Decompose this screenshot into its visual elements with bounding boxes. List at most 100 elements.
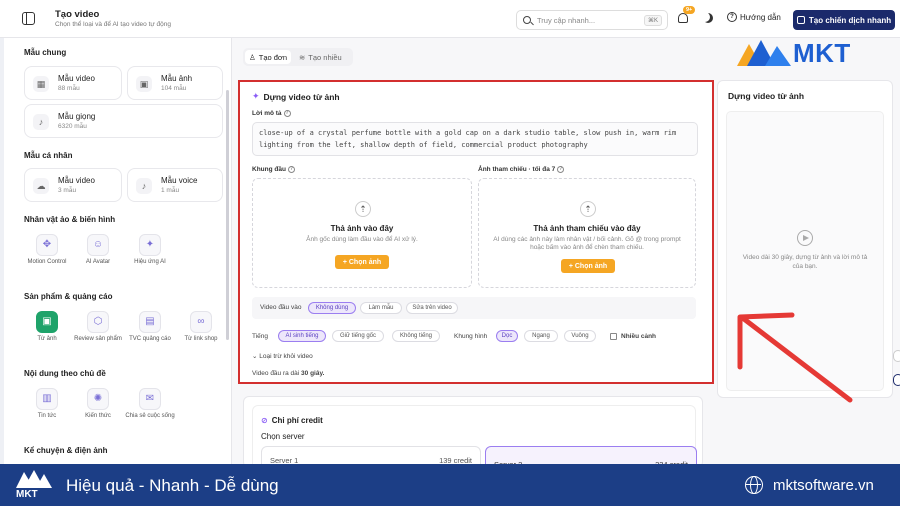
card-personal-video[interactable]: ☁ Mẫu video 3 mẫu <box>24 168 122 202</box>
help-icon: ? <box>727 12 737 22</box>
newspaper-icon: ▥ <box>36 388 58 410</box>
tool-shop-link[interactable]: ∞ Từ link shop <box>175 311 227 344</box>
tool-tvc-ad[interactable]: ▤ TVC quảng cáo <box>124 311 176 344</box>
mkt-logo: MKT <box>735 36 885 70</box>
choose-reference-button[interactable]: + Chọn ảnh <box>561 259 615 273</box>
tool-from-image[interactable]: ▣ Từ ảnh <box>21 311 73 344</box>
footer-banner: MKT Hiệu quả - Nhanh - Dễ dùng mktsoftwa… <box>0 464 900 506</box>
edge-handle[interactable] <box>893 350 900 362</box>
sound-none[interactable]: Không tiếng <box>392 330 440 342</box>
search-placeholder: Truy cập nhanh... <box>537 16 596 25</box>
tool-product-review[interactable]: ⬡ Review sản phẩm <box>72 311 124 344</box>
reference-label: Ảnh tham chiếu · tối đa 7? <box>478 166 565 173</box>
prompt-textarea[interactable]: close-up of a crystal perfume bottle wit… <box>252 122 698 156</box>
quick-campaign-button[interactable]: Tạo chiến dịch nhanh <box>793 10 895 30</box>
clapper-icon: ▤ <box>139 311 161 333</box>
section-topic: Nội dung theo chủ đề <box>24 369 106 378</box>
sound-original[interactable]: Giữ tiếng gốc <box>332 330 384 342</box>
frame-square[interactable]: Vuông <box>564 330 596 342</box>
grid-icon: ▦ <box>33 76 49 92</box>
reference-dropzone[interactable]: ⇡ Thả ảnh tham chiếu vào đây AI dùng các… <box>478 178 696 288</box>
info-icon: ? <box>287 166 295 173</box>
tab-label: Tạo đơn <box>258 52 288 62</box>
sound-ai[interactable]: AI sinh tiếng <box>278 330 326 342</box>
input-video-edit[interactable]: Sửa trên video <box>406 302 458 314</box>
credit-card: ⊘ Chi phí credit Chọn server Server 1 13… <box>252 405 697 467</box>
prompt-label-text: Lời mô tả <box>252 110 282 118</box>
mkt-logo-mark-icon <box>16 470 52 488</box>
duration-value: 30 giây. <box>301 370 325 377</box>
sidebar-toggle-icon[interactable] <box>22 12 35 25</box>
sparkle-icon: ✦ <box>139 234 161 256</box>
card-video-templates[interactable]: ▦ Mẫu video 88 mẫu <box>24 66 122 100</box>
card-title: Mẫu giọng <box>58 112 96 121</box>
bell-icon[interactable] <box>678 13 688 23</box>
credit-panel: ⊘ Chi phí credit Chọn server Server 1 13… <box>243 396 703 468</box>
notification-badge: 9+ <box>683 6 696 14</box>
tab-single[interactable]: ♙ Tạo đơn <box>245 50 292 64</box>
sound-label: Tiếng <box>252 333 269 340</box>
page-title: Tạo video <box>55 9 100 20</box>
chat-icon: ✉ <box>139 388 161 410</box>
tool-label: Hiệu ứng AI <box>134 259 166 265</box>
help-label: Hướng dẫn <box>740 12 781 22</box>
calendar-icon <box>796 16 805 24</box>
input-video-none[interactable]: Không dùng <box>308 302 356 314</box>
search-shortcut: ⌘K <box>643 15 662 26</box>
card-count: 1 mẫu <box>161 187 180 194</box>
tool-ai-avatar[interactable]: ☺ AI Avatar <box>72 234 124 267</box>
frame-landscape[interactable]: Ngang <box>524 330 558 342</box>
card-personal-voice[interactable]: ♪ Mẫu voice 1 mẫu <box>127 168 223 202</box>
tab-multi[interactable]: ≋ Tạo nhiều <box>295 50 346 64</box>
tool-knowledge[interactable]: ✺ Kiến thức <box>72 388 124 421</box>
form-title-text: Dựng video từ ảnh <box>263 91 340 102</box>
tool-label: Review sản phẩm <box>74 336 122 342</box>
tool-motion-control[interactable]: ✥ Motion Control <box>21 234 73 267</box>
tool-ai-effects[interactable]: ✦ Hiệu ứng AI <box>124 234 176 267</box>
tab-label: Tạo nhiều <box>308 52 342 62</box>
help-button[interactable]: ? Hướng dẫn <box>727 12 781 22</box>
globe-icon <box>745 476 763 494</box>
card-count: 88 mẫu <box>58 85 80 92</box>
move-icon: ✥ <box>36 234 58 256</box>
card-title: Mẫu video <box>58 176 95 185</box>
section-product: Sản phẩm & quảng cáo <box>24 292 113 301</box>
top-bar: Tạo video Chọn thể loại và để AI tạo vid… <box>0 0 900 38</box>
tag-icon: ⊘ <box>261 416 268 425</box>
tool-label: Từ ảnh <box>37 336 57 342</box>
play-icon[interactable] <box>797 230 813 246</box>
footer-tagline: Hiệu quả - Nhanh - Dễ dùng <box>66 476 279 495</box>
mkt-logo-mark-icon <box>737 40 791 66</box>
preview-title: Dựng video từ ảnh <box>728 91 805 101</box>
chevron-down-icon: ⌄ <box>252 353 258 360</box>
frame-portrait[interactable]: Dọc <box>496 330 518 342</box>
frame-label: Khung hình <box>454 333 488 340</box>
tool-label: Kiến thức <box>85 413 111 419</box>
exclude-toggle[interactable]: ⌄ Loại trừ khỏi video <box>252 352 313 360</box>
image-to-video-form: ✦ Dựng video từ ảnh Lời mô tả? close-up … <box>238 80 714 384</box>
card-title: Mẫu video <box>58 74 95 83</box>
dropzone-desc: AI dùng các ảnh này làm nhân vật / bối c… <box>493 236 681 251</box>
sidebar-scrollbar[interactable] <box>226 90 229 340</box>
first-frame-dropzone[interactable]: ⇡ Thả ảnh vào đây Ảnh gốc dùng làm đầu v… <box>252 178 472 288</box>
card-count: 3 mẫu <box>58 187 77 194</box>
card-title: Mẫu ảnh <box>161 74 193 83</box>
tool-news[interactable]: ▥ Tin tức <box>21 388 73 421</box>
card-voice-templates[interactable]: ♪ Mẫu giọng 6320 mẫu <box>24 104 223 138</box>
page-subtitle: Chọn thể loại và để AI tạo video tự động <box>55 21 172 28</box>
bulb-icon: ✺ <box>87 388 109 410</box>
input-video-template[interactable]: Làm mẫu <box>360 302 402 314</box>
edge-settings-icon[interactable] <box>893 374 900 386</box>
quick-search-input[interactable]: Truy cập nhanh... ⌘K <box>516 10 668 30</box>
tool-label: TVC quảng cáo <box>129 336 171 342</box>
card-image-templates[interactable]: ▣ Mẫu ảnh 104 mẫu <box>127 66 223 100</box>
tool-life-sharing[interactable]: ✉ Chia sẻ cuộc sống <box>124 388 176 421</box>
multi-scene-checkbox[interactable] <box>610 333 617 340</box>
upload-icon: ⇡ <box>580 201 596 217</box>
choose-image-button[interactable]: + Chọn ảnh <box>335 255 389 269</box>
footer-website[interactable]: mktsoftware.vn <box>773 477 874 494</box>
moon-icon[interactable] <box>703 13 713 23</box>
first-frame-label: Khung đầu? <box>252 166 295 173</box>
mode-tabs: ♙ Tạo đơn ≋ Tạo nhiều <box>243 48 353 66</box>
image-icon: ▣ <box>136 76 152 92</box>
